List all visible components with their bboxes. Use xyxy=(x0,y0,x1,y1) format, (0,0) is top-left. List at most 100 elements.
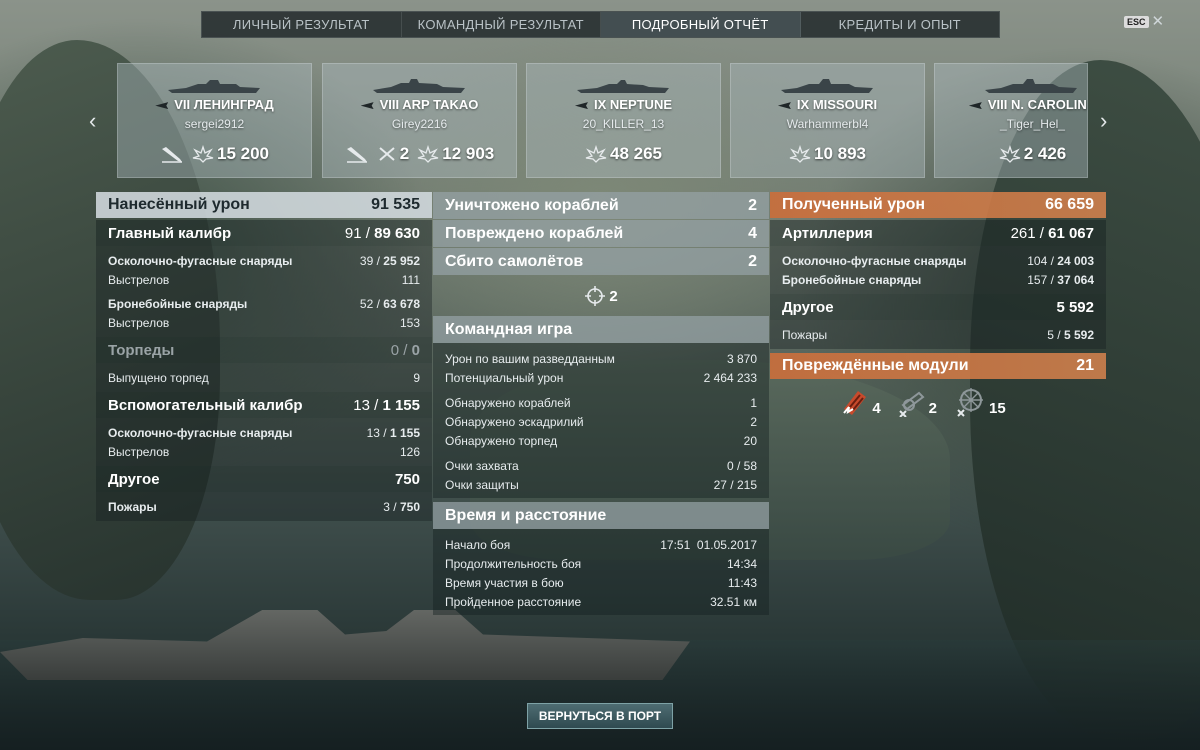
torpedo-icon xyxy=(346,147,367,163)
damaged-modules-header: Повреждённые модули 21 xyxy=(770,353,1106,379)
steering-module-icon xyxy=(957,388,983,417)
ship-card[interactable]: VII ЛЕНИНГРАД sergei2912 15 200 xyxy=(117,63,312,178)
tab-team-result[interactable]: КОМАНДНЫЙ РЕЗУЛЬТАТ xyxy=(402,12,601,37)
distance-label: Пройденное расстояние xyxy=(445,594,582,609)
ship-card[interactable]: IX MISSOURI Warhammerbl4 10 893 xyxy=(730,63,925,178)
ships-spotted-row: Обнаружено кораблей 1 xyxy=(433,393,769,412)
received-fires-value: 5 / 5 592 xyxy=(1047,327,1094,342)
ships-destroyed-value: 2 xyxy=(748,196,757,214)
ship-class-icon xyxy=(777,102,791,110)
fires-value: 3 / 750 xyxy=(383,499,420,514)
ship-name-label: ARP TAKAO xyxy=(402,97,479,112)
ship-class-icon xyxy=(360,102,374,110)
damaged-modules-label: Повреждённые модули xyxy=(782,357,969,374)
ships-destroyed-label: Уничтожено кораблей xyxy=(445,196,619,214)
ship-name: VIII N. CAROLINA xyxy=(935,97,1087,112)
player-name: Warhammerbl4 xyxy=(786,117,869,131)
time-in-battle-row: Время участия в бою 11:43 xyxy=(433,573,769,592)
torpedoes-fired-value: 9 xyxy=(413,370,420,385)
ship-card[interactable]: VIII ARP TAKAO Girey2216 2 12 903 xyxy=(322,63,517,178)
planes-shot-count: 2 xyxy=(609,287,618,305)
carousel-next-arrow-icon[interactable]: › xyxy=(1100,108,1107,134)
fires-damage: 750 xyxy=(399,499,420,514)
squadrons-spotted-row: Обнаружено эскадрилий 2 xyxy=(433,412,769,431)
player-name: Girey2216 xyxy=(391,117,448,131)
esc-key-badge: ESC xyxy=(1124,16,1149,28)
secondary-he-value: 13 / 1 155 xyxy=(366,425,420,440)
explosion-icon xyxy=(999,145,1020,163)
damage-stat: 12 903 xyxy=(417,144,494,164)
ap-shots-value: 153 xyxy=(399,315,420,330)
he-shells-row: Осколочно-фугасные снаряды 39 / 25 952 xyxy=(96,251,432,270)
damage-value: 10 893 xyxy=(814,144,866,163)
ship-class-icon xyxy=(968,102,982,110)
secondary-shots-row: Выстрелов 126 xyxy=(96,442,432,461)
ap-shells-row: Бронебойные снаряды 52 / 63 678 xyxy=(96,294,432,313)
turret-module-count: 2 xyxy=(928,400,937,417)
ship-tier: VIII xyxy=(987,97,1008,112)
artillery-damage: 61 067 xyxy=(1048,224,1094,242)
crosshair-icon xyxy=(585,286,606,306)
torpedo-icon xyxy=(162,147,182,163)
received-fires-label: Пожары xyxy=(782,327,828,342)
damage-stat: 15 200 xyxy=(192,144,269,164)
battle-summary-panel: Уничтожено кораблей 2 Повреждено корабле… xyxy=(433,192,769,615)
torpedoes-hits: 0 xyxy=(390,341,400,359)
planes-shot-value: 2 xyxy=(748,252,757,270)
ship-name: VII ЛЕНИНГРАД xyxy=(118,97,311,112)
secondary-he-hits: 13 xyxy=(366,425,380,440)
module-steering: 15 xyxy=(953,387,1006,417)
turret-module-icon xyxy=(898,391,925,417)
planes-shot-label: Сбито самолётов xyxy=(445,252,584,270)
ap-shells-value: 52 / 63 678 xyxy=(359,296,420,311)
ap-shots-label: Выстрелов xyxy=(108,315,170,330)
ship-tier: IX xyxy=(796,97,810,112)
ship-class-icon xyxy=(155,102,169,110)
damage-received-header: Полученный урон 66 659 xyxy=(770,192,1106,218)
secondary-battery-label: Вспомогательный калибр xyxy=(108,396,303,414)
tab-credits-xp[interactable]: КРЕДИТЫ И ОПЫТ xyxy=(801,12,1000,37)
damage-dealt-value: 91 535 xyxy=(371,196,420,213)
carousel-prev-arrow-icon[interactable]: ‹ xyxy=(89,108,96,134)
main-battery-value: 91 / 89 630 xyxy=(344,224,420,242)
ship-stats: 2 12 903 xyxy=(323,144,516,164)
ship-name-label: ЛЕНИНГРАД xyxy=(193,97,274,112)
ship-class-icon xyxy=(574,102,588,110)
damage-received-panel: Полученный урон 66 659 Артиллерия 261 / … xyxy=(770,192,1106,417)
ship-card[interactable]: IX NEPTUNE 20_KILLER_13 48 265 xyxy=(526,63,721,178)
ship-card[interactable]: VIII N. CAROLINA _Tiger_Hel_ 2 426 xyxy=(934,63,1088,178)
spotting-damage-value: 3 870 xyxy=(726,351,757,366)
received-fires-row: Пожары 5 / 5 592 xyxy=(770,325,1106,344)
damage-value: 2 426 xyxy=(1023,144,1067,163)
time-distance-body: Начало боя 17:51 01.05.2017 Продолжительн… xyxy=(433,529,769,615)
ships-damaged-value: 4 xyxy=(748,224,757,242)
damage-value: 12 903 xyxy=(442,144,495,163)
close-control[interactable]: ESC ✕ xyxy=(1124,14,1165,29)
ship-stats: 48 265 xyxy=(527,144,720,164)
return-to-port-button[interactable]: ВЕРНУТЬСЯ В ПОРТ xyxy=(527,703,673,729)
damage-received-label: Полученный урон xyxy=(782,196,926,213)
ap-shells-label: Бронебойные снаряды xyxy=(108,296,248,311)
ship-name: VIII ARP TAKAO xyxy=(323,97,516,112)
battle-duration-label: Продолжительность боя xyxy=(445,556,582,571)
received-he-hits: 104 xyxy=(1027,253,1048,268)
capture-points-label: Очки захвата xyxy=(445,458,519,473)
torpedoes-fired-row: Выпущено торпед 9 xyxy=(96,368,432,387)
explosion-icon xyxy=(789,145,811,163)
ship-name-label: MISSOURI xyxy=(812,97,878,112)
close-icon[interactable]: ✕ xyxy=(1152,14,1165,29)
main-battery-row: Главный калибр 91 / 89 630 xyxy=(96,220,432,246)
ship-silhouette-icon xyxy=(373,79,465,93)
damage-value: 48 265 xyxy=(610,144,662,163)
tab-personal-result[interactable]: ЛИЧНЫЙ РЕЗУЛЬТАТ xyxy=(202,12,402,37)
spotting-damage-row: Урон по вашим разведданным 3 870 xyxy=(433,349,769,368)
damage-received-value: 66 659 xyxy=(1045,196,1094,213)
potential-damage-row: Потенциальный урон 2 464 233 xyxy=(433,368,769,387)
time-in-battle-label: Время участия в бою xyxy=(445,575,564,590)
ship-destroyed-icon xyxy=(379,147,395,161)
artillery-hits: 261 xyxy=(1010,224,1036,242)
explosion-icon xyxy=(585,145,607,163)
torpedo-hit-stat xyxy=(345,145,369,163)
tab-detailed-report[interactable]: ПОДРОБНЫЙ ОТЧЁТ xyxy=(601,12,801,37)
he-shots-value: 111 xyxy=(401,272,420,287)
